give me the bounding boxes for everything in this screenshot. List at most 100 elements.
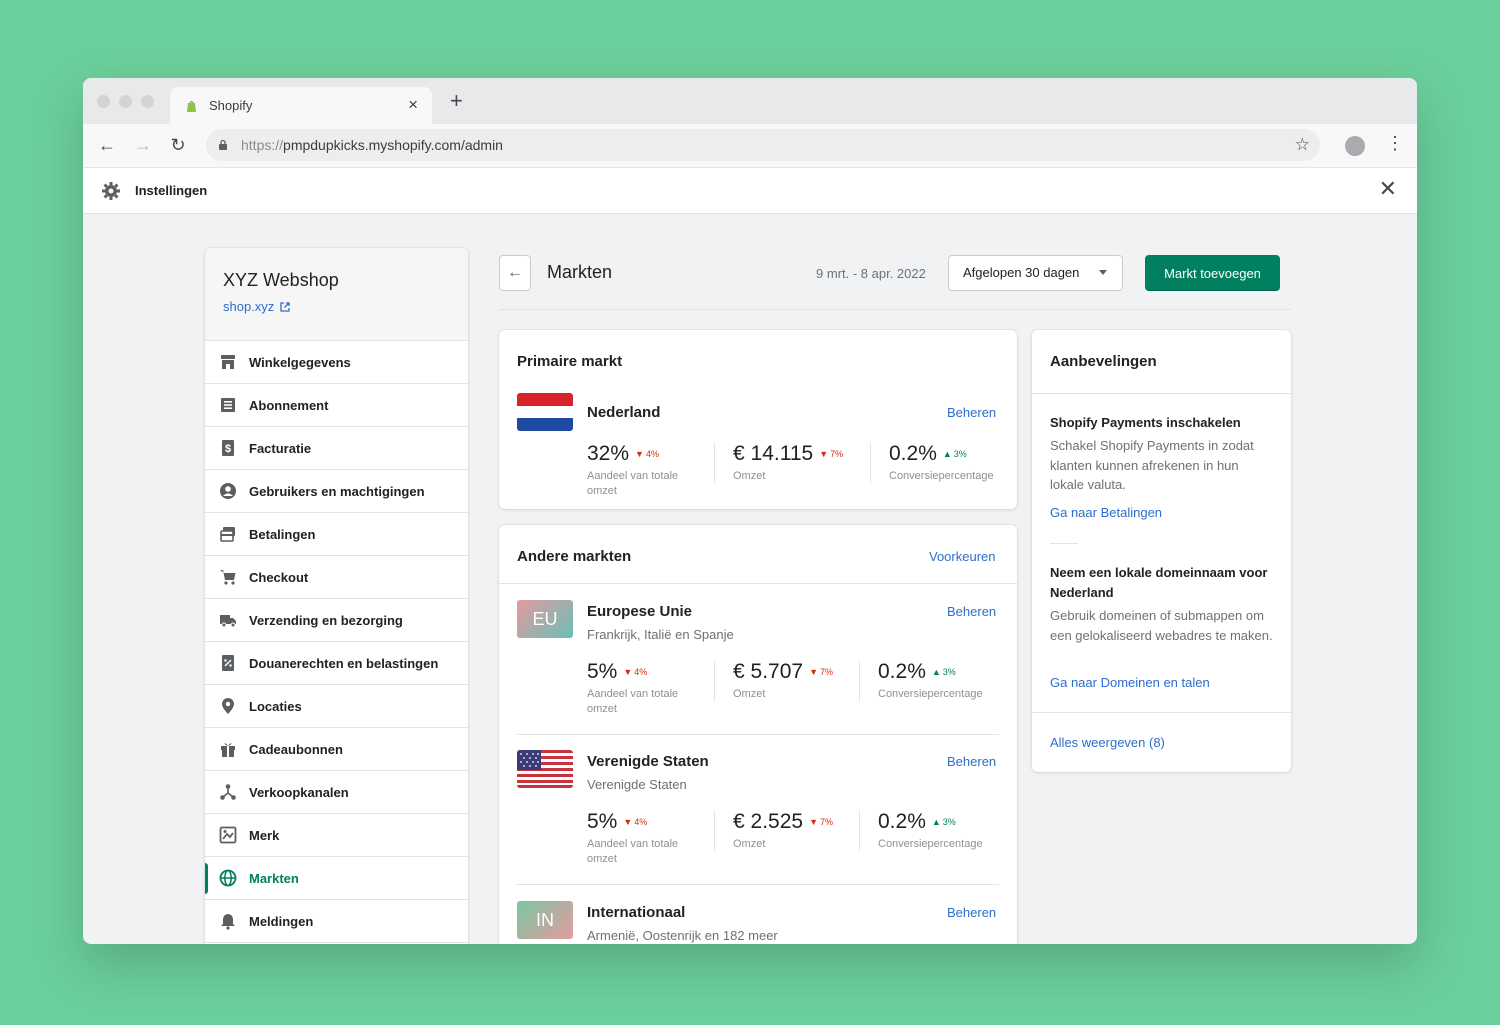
new-tab-icon[interactable]: +: [450, 90, 463, 112]
sidebar-item-label: Winkelgegevens: [249, 354, 351, 370]
forward-arrow-icon[interactable]: →: [131, 133, 155, 157]
reload-icon[interactable]: ↻: [166, 133, 190, 157]
sidebar-item-verzending-en-bezorging[interactable]: Verzending en bezorging: [205, 599, 468, 642]
sidebar-item-betalingen[interactable]: Betalingen: [205, 513, 468, 556]
maximize-window-button[interactable]: [141, 95, 154, 108]
gear-icon: [102, 182, 120, 200]
market-regions: Verenigde Staten: [587, 777, 687, 792]
tab-title: Shopify: [209, 98, 253, 113]
settings-title: Instellingen: [135, 183, 208, 198]
trend-down-icon: ▼ 7%: [809, 667, 834, 677]
arrow-left-icon: ←: [507, 264, 523, 281]
address-bar-row: ← → ↻ https://pmpdupkicks.myshopify.com/…: [83, 124, 1417, 168]
minimize-window-button[interactable]: [119, 95, 132, 108]
globe-icon: [219, 869, 237, 887]
store-link[interactable]: shop.xyz: [223, 299, 450, 314]
url-input[interactable]: https://pmpdupkicks.myshopify.com/admin …: [206, 129, 1320, 161]
back-button[interactable]: ←: [499, 255, 531, 291]
primary-market-title: Primaire markt: [517, 353, 623, 370]
close-window-button[interactable]: [97, 95, 110, 108]
add-market-button[interactable]: Markt toevoegen: [1145, 255, 1280, 291]
url-text: https://pmpdupkicks.myshopify.com/admin: [241, 137, 503, 153]
sidebar-item-label: Abonnement: [249, 397, 329, 413]
market-name: Verenigde Staten: [587, 753, 709, 770]
sidebar-item-douanerechten-en-belastingen[interactable]: Douanerechten en belastingen: [205, 642, 468, 685]
cart-icon: [219, 568, 237, 586]
bookmark-star-icon[interactable]: ☆: [1295, 135, 1310, 155]
primary-market-card: Primaire markt Nederland Beheren 32% ▼ 4%…: [499, 330, 1017, 509]
user-icon: [219, 482, 237, 500]
date-range-text: 9 mrt. - 8 apr. 2022: [816, 266, 926, 281]
domains-link[interactable]: Ga naar Domeinen en talen: [1050, 675, 1210, 690]
recommendation-body: Gebruik domeinen of submappen om een gel…: [1050, 608, 1273, 643]
sidebar-item-label: Meldingen: [249, 913, 314, 929]
window-controls: [97, 95, 154, 108]
shopify-icon: [187, 101, 196, 112]
close-tab-icon[interactable]: ×: [408, 95, 418, 115]
external-link-icon: [280, 301, 290, 312]
revenue-stat: € 14.115 ▼ 7% Omzet: [733, 442, 844, 482]
sidebar-item-meldingen[interactable]: Meldingen: [205, 900, 468, 943]
recommendations-title: Aanbevelingen: [1050, 353, 1157, 370]
sidebar-item-winkelgegevens[interactable]: Winkelgegevens: [205, 341, 468, 384]
market-regions: Frankrijk, Italië en Spanje: [587, 627, 734, 642]
manage-link[interactable]: Beheren: [947, 754, 996, 769]
other-markets-card: Andere markten Voorkeuren EU Europese Un…: [499, 525, 1017, 944]
trend-up-icon: ▲ 3%: [942, 449, 967, 459]
location-icon: [219, 697, 237, 715]
manage-link[interactable]: Beheren: [947, 604, 996, 619]
international-badge: IN: [517, 901, 573, 939]
sidebar-item-label: Verzending en bezorging: [249, 612, 403, 628]
trend-down-icon: ▼ 7%: [809, 817, 834, 827]
browser-tab[interactable]: Shopify ×: [170, 87, 432, 124]
sidebar-item-checkout[interactable]: Checkout: [205, 556, 468, 599]
sidebar-menu: Winkelgegevens Abonnement $ Facturatie Gebru…: [205, 341, 468, 943]
trend-up-icon: ▲ 3%: [931, 667, 956, 677]
other-markets-title: Andere markten: [517, 548, 632, 565]
sidebar-item-label: Facturatie: [249, 440, 312, 456]
card-icon: [219, 525, 237, 543]
header-divider: [499, 309, 1291, 310]
settings-sidebar: XYZ Webshop shop.xyz Winkelgegevens Abonn…: [205, 248, 468, 944]
lock-icon: [219, 139, 227, 150]
sidebar-item-abonnement[interactable]: Abonnement: [205, 384, 468, 427]
truck-icon: [219, 611, 237, 629]
dollar-icon: $: [219, 439, 237, 457]
recommendation-title: Shopify Payments inschakelen: [1050, 415, 1241, 430]
market-regions: Armenië, Oostenrijk en 182 meer: [587, 928, 778, 943]
sidebar-item-label: Checkout: [249, 569, 309, 585]
recommendations-card: Aanbevelingen Shopify Payments inschakel…: [1032, 330, 1291, 772]
sidebar-item-markten[interactable]: Markten: [205, 857, 468, 900]
close-settings-icon[interactable]: ✕: [1379, 178, 1397, 200]
share-stat: 5% ▼ 4% Aandeel van totale omzet: [587, 660, 679, 716]
sidebar-item-label: Locaties: [249, 698, 302, 714]
sidebar-item-cadeaubonnen[interactable]: Cadeaubonnen: [205, 728, 468, 771]
sidebar-item-facturatie[interactable]: $ Facturatie: [205, 427, 468, 470]
bell-icon: [219, 912, 237, 930]
tax-icon: [219, 654, 237, 672]
conversion-stat: 0.2% ▲ 3% Conversiepercentage: [878, 810, 983, 850]
manage-link[interactable]: Beheren: [947, 905, 996, 920]
sidebar-item-label: Gebruikers en machtigingen: [249, 483, 425, 499]
trend-down-icon: ▼ 4%: [623, 817, 648, 827]
sidebar-item-gebruikers-en-machtigingen[interactable]: Gebruikers en machtigingen: [205, 470, 468, 513]
view-all-link[interactable]: Alles weergeven (8): [1050, 735, 1165, 750]
sidebar-item-verkoopkanalen[interactable]: Verkoopkanalen: [205, 771, 468, 814]
sidebar-item-locaties[interactable]: Locaties: [205, 685, 468, 728]
sidebar-item-merk[interactable]: Merk: [205, 814, 468, 857]
preferences-link[interactable]: Voorkeuren: [929, 549, 996, 564]
share-stat: 5% ▼ 4% Aandeel van totale omzet: [587, 810, 679, 866]
trend-down-icon: ▼ 4%: [635, 449, 659, 459]
tab-bar: Shopify × +: [83, 78, 1417, 124]
market-name: Nederland: [587, 404, 661, 421]
list-icon: [219, 396, 237, 414]
manage-link[interactable]: Beheren: [947, 405, 996, 420]
browser-menu-icon[interactable]: ⋮: [1386, 134, 1404, 152]
sidebar-item-label: Douanerechten en belastingen: [249, 655, 439, 671]
payments-link[interactable]: Ga naar Betalingen: [1050, 505, 1162, 520]
profile-avatar[interactable]: [1345, 136, 1365, 156]
back-arrow-icon[interactable]: ←: [95, 133, 119, 157]
sidebar-item-label: Merk: [249, 827, 280, 843]
sidebar-item-label: Markten: [249, 870, 299, 886]
date-range-select[interactable]: Afgelopen 30 dagen: [948, 255, 1123, 291]
